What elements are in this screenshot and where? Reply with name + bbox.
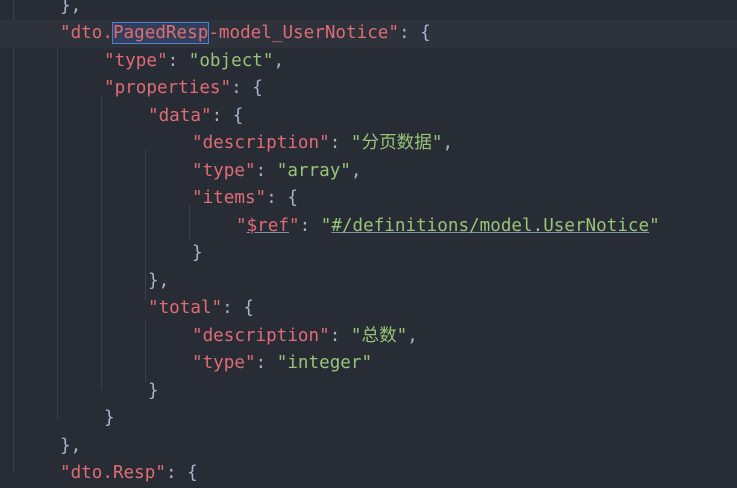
code-line[interactable]: "type": "array", — [0, 158, 737, 186]
code-token: "分页数据" — [350, 133, 443, 153]
code-token: { — [243, 298, 254, 318]
code-token: : — [299, 215, 321, 236]
code-line[interactable]: "description": "分页数据", — [0, 130, 737, 158]
code-token: , — [273, 50, 285, 71]
code-line[interactable]: "description": "总数", — [0, 323, 737, 351]
code-token: " — [288, 215, 300, 236]
code-token: "array" — [276, 160, 351, 181]
code-token: "object" — [188, 50, 274, 71]
code-token: { — [420, 23, 431, 43]
code-token: : — [231, 78, 253, 98]
code-line[interactable]: "data": { — [0, 103, 737, 131]
code-token: -model_UserNotice" — [208, 23, 399, 43]
code-token: "type" — [104, 50, 168, 71]
code-token: "description" — [192, 133, 330, 153]
code-token: : — [398, 23, 421, 43]
code-token: "items" — [192, 188, 267, 208]
code-token: : — [266, 188, 288, 208]
code-line[interactable]: "dto.Resp": { — [0, 460, 737, 488]
code-line[interactable]: }, — [0, 268, 737, 296]
code-token: { — [287, 188, 298, 208]
code-token: { — [252, 78, 263, 98]
code-token: "dto.Resp" — [60, 463, 166, 483]
code-line[interactable]: "dto.PagedResp-model_UserNotice": { — [0, 20, 737, 48]
code-line[interactable]: "type": "integer" — [0, 350, 737, 378]
code-token: "properties" — [104, 78, 232, 98]
code-token: "description" — [192, 325, 330, 346]
code-token: "data" — [148, 105, 212, 126]
code-token: : — [167, 50, 189, 71]
code-line[interactable]: "total": { — [0, 295, 737, 323]
code-token: #/definitions/model.UserNotice — [331, 215, 650, 236]
code-line[interactable]: "$ref": "#/definitions/model.UserNotice" — [0, 213, 737, 241]
code-token: } — [192, 243, 203, 263]
code-line[interactable]: "type": "object", — [0, 48, 737, 76]
code-token: : — [211, 105, 233, 126]
code-token: " — [320, 215, 332, 236]
code-token: : — [329, 325, 351, 346]
code-token: : — [329, 133, 351, 153]
code-token: : — [255, 353, 277, 373]
code-line[interactable]: } — [0, 378, 737, 406]
code-token: }, — [148, 270, 170, 291]
code-token: { — [232, 105, 244, 126]
code-token: } — [148, 380, 159, 401]
code-token: "dto. — [60, 23, 113, 43]
search-match-highlight: PagedResp — [111, 22, 210, 44]
code-token: : — [255, 160, 277, 181]
code-token: { — [187, 463, 198, 483]
code-token: "integer" — [276, 353, 373, 373]
code-token: "type" — [192, 353, 256, 373]
code-line[interactable]: "properties": { — [0, 75, 737, 103]
code-token: , — [407, 325, 418, 346]
code-token: $ref — [246, 215, 289, 236]
code-token: "总数" — [350, 325, 408, 346]
code-token: " — [236, 215, 247, 236]
code-line[interactable]: }, — [0, 433, 737, 461]
code-token: } — [104, 408, 115, 428]
code-token: }, — [60, 0, 82, 16]
code-token: "total" — [148, 298, 223, 318]
code-token: : — [165, 463, 188, 483]
code-line[interactable]: } — [0, 405, 737, 433]
code-token: , — [442, 133, 454, 153]
code-token: "type" — [192, 160, 256, 181]
code-line[interactable]: } — [0, 240, 737, 268]
code-token: , — [350, 160, 362, 181]
code-token: }, — [60, 435, 82, 456]
code-line[interactable]: "items": { — [0, 185, 737, 213]
code-token: : — [222, 298, 244, 318]
code-line[interactable]: }, — [0, 0, 737, 20]
code-token: " — [649, 215, 660, 236]
